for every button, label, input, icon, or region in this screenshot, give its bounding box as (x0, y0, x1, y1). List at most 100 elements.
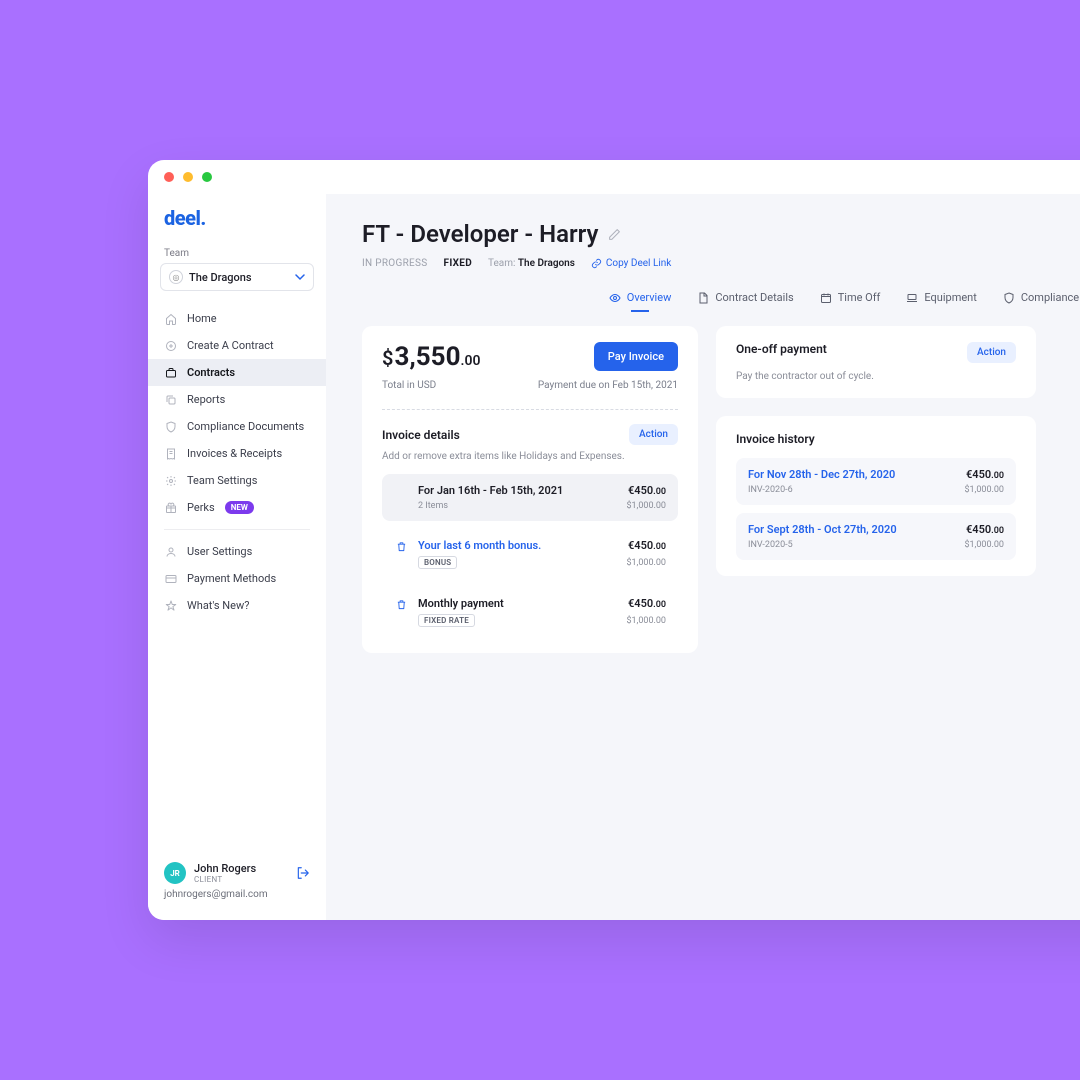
invoice-total-amount: $3,550.00 (382, 342, 481, 372)
sidebar-item-payment-methods[interactable]: Payment Methods (148, 565, 326, 592)
nav-primary: Home Create A Contract Contracts Reports Com… (148, 305, 326, 521)
tab-label: Compliance Documents (1021, 291, 1080, 304)
app-window: deel. Team ◎ The Dragons Home Create A Co… (148, 160, 1080, 920)
team-label: Team (148, 248, 326, 263)
history-item-amount: €450.00 (966, 468, 1004, 481)
payment-due-label: Payment due on Feb 15th, 2021 (538, 380, 678, 391)
invoice-item-amount: €450.00 (628, 539, 666, 552)
sidebar-item-label: Perks (187, 501, 215, 514)
sidebar: deel. Team ◎ The Dragons Home Create A Co… (148, 194, 326, 920)
shield-icon (164, 420, 177, 433)
history-title: Invoice history (736, 432, 1016, 446)
tab-label: Overview (627, 291, 672, 304)
invoice-items: For Jan 16th - Feb 15th, 2021€450.002 It… (382, 474, 678, 637)
history-items: For Nov 28th - Dec 27th, 2020 €450.00 INV-… (736, 458, 1016, 560)
history-item-title[interactable]: For Sept 28th - Oct 27th, 2020 (748, 523, 897, 536)
history-item-sub-amount: $1,000.00 (964, 485, 1004, 495)
receipt-icon (164, 447, 177, 460)
invoice-item-title: For Jan 16th - Feb 15th, 2021 (418, 484, 563, 497)
sidebar-item-label: Payment Methods (187, 572, 276, 585)
eye-icon (609, 292, 621, 304)
team-avatar-icon: ◎ (169, 270, 183, 284)
sidebar-item-label: What's New? (187, 599, 249, 612)
trash-icon[interactable] (394, 539, 408, 552)
gear-icon (164, 474, 177, 487)
tab-compliance-documents[interactable]: Compliance Documents (1003, 291, 1080, 312)
sidebar-item-label: Contracts (187, 366, 235, 379)
window-minimize-icon[interactable] (183, 172, 193, 182)
divider (382, 409, 678, 410)
history-item[interactable]: For Sept 28th - Oct 27th, 2020€450.00INV… (736, 513, 1016, 560)
oneoff-card: One-off payment Action Pay the contracto… (716, 326, 1036, 398)
tab-overview[interactable]: Overview (609, 291, 672, 312)
sidebar-item-compliance-documents[interactable]: Compliance Documents (148, 413, 326, 440)
tab-time-off[interactable]: Time Off (820, 291, 881, 312)
copy-link-label: Copy Deel Link (606, 258, 671, 269)
page-title: FT - Developer - Harry (362, 220, 598, 248)
user-role: CLIENT (194, 875, 256, 884)
logout-icon[interactable] (296, 866, 310, 880)
new-badge: NEW (225, 501, 254, 514)
history-item[interactable]: For Nov 28th - Dec 27th, 2020€450.00INV-… (736, 458, 1016, 505)
doc-icon (697, 292, 709, 304)
oneoff-action-button[interactable]: Action (967, 342, 1016, 363)
tab-label: Equipment (924, 291, 976, 304)
sidebar-item-reports[interactable]: Reports (148, 386, 326, 413)
invoice-item-amount: €450.00 (628, 484, 666, 497)
sidebar-item-team-settings[interactable]: Team Settings (148, 467, 326, 494)
invoice-details-action-button[interactable]: Action (629, 424, 678, 445)
calendar-icon (820, 292, 832, 304)
shield-icon (1003, 292, 1015, 304)
history-item-sub: INV-2020-5 (748, 540, 793, 550)
invoice-item-title[interactable]: Your last 6 month bonus. (418, 539, 541, 552)
card-icon (164, 572, 177, 585)
contract-rate-type: FIXED (444, 258, 472, 269)
invoice-item[interactable]: Your last 6 month bonus.€450.00BONUS$1,0… (382, 529, 678, 579)
invoice-item-sub-amount: $1,000.00 (626, 501, 666, 511)
team-selector[interactable]: ◎ The Dragons (160, 263, 314, 291)
user-email: johnrogers@gmail.com (164, 889, 310, 900)
invoice-item[interactable]: For Jan 16th - Feb 15th, 2021€450.002 It… (382, 474, 678, 521)
sidebar-item-label: Compliance Documents (187, 420, 304, 433)
sidebar-item-label: Invoices & Receipts (187, 447, 282, 460)
sidebar-item-contracts[interactable]: Contracts (148, 359, 326, 386)
home-icon (164, 312, 177, 325)
invoice-item-amount: €450.00 (628, 597, 666, 610)
history-item-sub-amount: $1,000.00 (964, 540, 1004, 550)
sidebar-item-user-settings[interactable]: User Settings (148, 538, 326, 565)
edit-icon[interactable] (608, 228, 621, 241)
history-item-title[interactable]: For Nov 28th - Dec 27th, 2020 (748, 468, 895, 481)
tab-label: Contract Details (715, 291, 793, 304)
trash-icon[interactable] (394, 597, 408, 610)
copy-icon (164, 393, 177, 406)
window-close-icon[interactable] (164, 172, 174, 182)
invoice-item[interactable]: Monthly payment€450.00FIXED RATE$1,000.0… (382, 587, 678, 637)
sidebar-item-what-s-new-[interactable]: What's New? (148, 592, 326, 619)
pay-invoice-button[interactable]: Pay Invoice (594, 342, 678, 371)
tab-equipment[interactable]: Equipment (906, 291, 976, 312)
sidebar-item-perks[interactable]: Perks NEW (148, 494, 326, 521)
total-label: Total in USD (382, 380, 436, 391)
gift-icon (164, 501, 177, 514)
invoice-item-sub-amount: $1,000.00 (626, 616, 666, 626)
tabs: Overview Contract Details Time Off Equipmen… (362, 291, 1080, 312)
nav-secondary: User Settings Payment Methods What's New? (148, 538, 326, 619)
briefcase-icon (164, 366, 177, 379)
sidebar-item-create-a-contract[interactable]: Create A Contract (148, 332, 326, 359)
sidebar-item-label: User Settings (187, 545, 252, 558)
sidebar-item-invoices-receipts[interactable]: Invoices & Receipts (148, 440, 326, 467)
sidebar-item-home[interactable]: Home (148, 305, 326, 332)
oneoff-sub: Pay the contractor out of cycle. (736, 371, 1016, 382)
history-card: Invoice history For Nov 28th - Dec 27th,… (716, 416, 1036, 576)
tab-contract-details[interactable]: Contract Details (697, 291, 793, 312)
window-zoom-icon[interactable] (202, 172, 212, 182)
sidebar-item-label: Reports (187, 393, 225, 406)
star-icon (164, 599, 177, 612)
brand-logo: deel. (148, 202, 326, 248)
contract-meta: IN PROGRESS FIXED Team: The Dragons Copy… (362, 258, 1080, 269)
contract-status: IN PROGRESS (362, 258, 428, 269)
user-block: JR John Rogers CLIENT johnrogers@gmail.c… (148, 854, 326, 908)
copy-link[interactable]: Copy Deel Link (591, 258, 671, 269)
sidebar-item-label: Home (187, 312, 217, 325)
invoice-item-pill: FIXED RATE (418, 614, 475, 627)
